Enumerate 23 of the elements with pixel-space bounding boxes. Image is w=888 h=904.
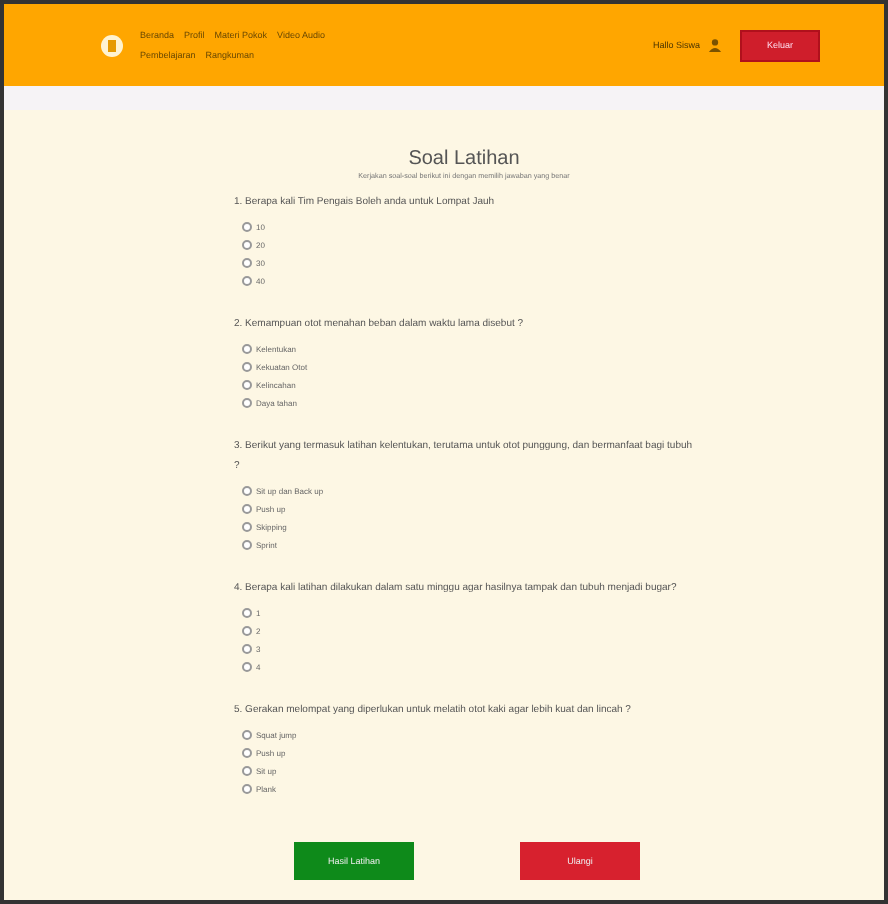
radio-button[interactable] [242,504,252,514]
radio-button[interactable] [242,662,252,672]
radio-button[interactable] [242,380,252,390]
radio-button[interactable] [242,362,252,372]
radio-button[interactable] [242,626,252,636]
radio-button[interactable] [242,398,252,408]
radio-button[interactable] [242,644,252,654]
radio-button[interactable] [242,486,252,496]
radio-button[interactable] [242,730,252,740]
radio-button[interactable] [242,766,252,776]
radio-button[interactable] [242,344,252,354]
radio-button[interactable] [242,222,252,232]
radio-button[interactable] [242,608,252,618]
logo-icon [100,33,124,57]
radio-button[interactable] [242,522,252,532]
user-icon[interactable] [708,38,722,52]
radio-button[interactable] [242,258,252,268]
radio-button[interactable] [242,784,252,794]
radio-button[interactable] [242,540,252,550]
radio-button[interactable] [242,748,252,758]
radio-button[interactable] [242,240,252,250]
radio-button[interactable] [242,276,252,286]
page-title: Soal Latihan [406,148,522,170]
